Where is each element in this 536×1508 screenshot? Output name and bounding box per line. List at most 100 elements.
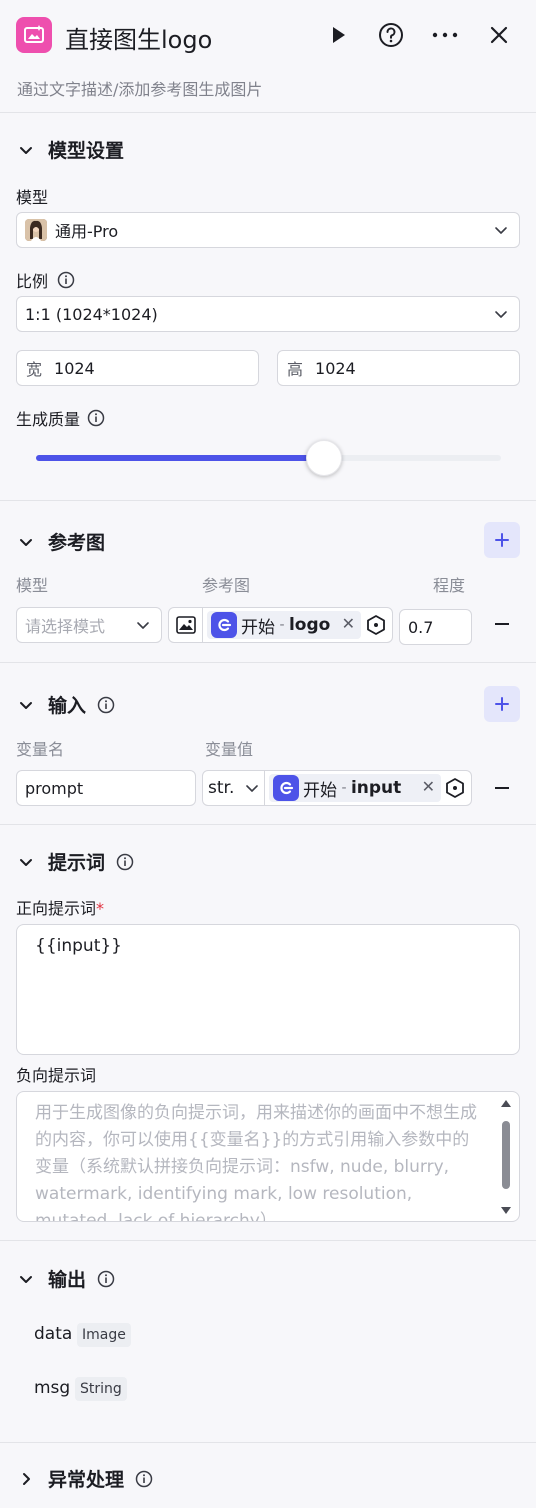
- add-input-button[interactable]: [484, 686, 520, 722]
- positive-prompt-label-row: 正向提示词*: [16, 895, 104, 919]
- help-button[interactable]: [375, 19, 407, 51]
- positive-prompt-textarea[interactable]: {{input}}: [16, 924, 520, 1055]
- type-value: str.: [208, 778, 235, 798]
- model-label: 模型: [16, 188, 49, 207]
- section-title-input: 输入: [48, 695, 87, 717]
- output-type-badge: String: [75, 1377, 127, 1401]
- model-avatar: [25, 219, 47, 241]
- divider: [0, 1240, 536, 1241]
- close-button[interactable]: [483, 19, 515, 51]
- info-icon[interactable]: [115, 852, 135, 872]
- remove-tag-icon[interactable]: ✕: [342, 614, 355, 633]
- reference-degree-input[interactable]: 0.7: [399, 609, 472, 645]
- quality-slider[interactable]: [36, 440, 501, 476]
- section-model-settings[interactable]: 模型设置: [16, 136, 124, 163]
- start-node-icon: [273, 775, 299, 801]
- width-input[interactable]: 宽 1024: [16, 350, 259, 386]
- remove-reference-button[interactable]: [490, 612, 514, 636]
- negative-prompt-label: 负向提示词: [16, 1066, 97, 1085]
- positive-prompt-label: 正向提示词: [16, 899, 97, 918]
- hexagon-icon[interactable]: [444, 777, 466, 799]
- section-title-prompt: 提示词: [48, 852, 106, 874]
- tag-separator: -: [337, 780, 351, 796]
- hexagon-icon[interactable]: [365, 614, 387, 636]
- required-mark: *: [96, 899, 105, 918]
- height-prefix: 高: [287, 360, 304, 379]
- chevron-down-icon: [16, 695, 36, 715]
- remove-tag-icon[interactable]: ✕: [422, 777, 435, 796]
- section-title-exception: 异常处理: [48, 1469, 125, 1491]
- chevron-down-icon: [137, 622, 149, 629]
- width-value: 1024: [54, 358, 95, 378]
- reference-col-degree: 程度: [433, 576, 466, 595]
- chevron-down-icon: [495, 227, 507, 234]
- chevron-down-icon: [495, 311, 507, 318]
- scrollbar[interactable]: [499, 1098, 513, 1216]
- reference-var-tag[interactable]: 开始 - logo ✕: [207, 611, 361, 639]
- output-name: data: [34, 1324, 73, 1344]
- node-title[interactable]: 直接图生logo: [65, 20, 212, 55]
- model-select[interactable]: 通用-Pro: [16, 212, 520, 248]
- close-icon: [490, 26, 508, 44]
- chevron-right-icon: [16, 1469, 36, 1489]
- more-button[interactable]: [429, 19, 461, 51]
- output-name: msg: [34, 1378, 71, 1398]
- image-icon: [169, 608, 203, 642]
- plus-icon: [495, 533, 509, 547]
- section-output[interactable]: 输出: [16, 1265, 116, 1292]
- ratio-label: 比例: [16, 272, 49, 291]
- divider: [0, 662, 536, 663]
- info-icon[interactable]: [56, 270, 76, 290]
- reference-image-field[interactable]: 开始 - logo ✕: [168, 607, 393, 643]
- variable-name-input[interactable]: prompt: [16, 770, 196, 806]
- remove-input-button[interactable]: [490, 776, 514, 800]
- minus-icon: [495, 787, 509, 789]
- width-prefix: 宽: [26, 360, 43, 379]
- plus-icon: [495, 697, 509, 711]
- run-button[interactable]: [322, 19, 354, 51]
- quality-slider-thumb[interactable]: [306, 440, 342, 476]
- output-type-badge: Image: [77, 1323, 131, 1347]
- tag-separator: -: [275, 617, 289, 633]
- type-select[interactable]: str.: [203, 771, 265, 805]
- start-node-icon: [211, 612, 237, 638]
- height-input[interactable]: 高 1024: [277, 350, 520, 386]
- ratio-value: 1:1 (1024*1024): [25, 304, 158, 324]
- play-icon: [333, 27, 345, 43]
- ratio-select[interactable]: 1:1 (1024*1024): [16, 296, 520, 332]
- info-icon[interactable]: [134, 1469, 154, 1489]
- model-value: 通用-Pro: [55, 222, 119, 241]
- section-title-reference: 参考图: [48, 532, 106, 554]
- info-icon[interactable]: [86, 408, 106, 428]
- ratio-label-row: 比例: [16, 268, 76, 292]
- node-header: 直接图生logo 通过文字描述/添加参考图生成图片: [0, 0, 536, 113]
- tag-variable: input: [350, 778, 402, 798]
- info-icon[interactable]: [96, 1269, 116, 1289]
- negative-prompt-placeholder: 用于生成图像的负向提示词，用来描述你的画面中不想生成的内容，你可以使用{{变量名…: [35, 1103, 477, 1222]
- more-icon: [432, 32, 458, 38]
- positive-prompt-value: {{input}}: [35, 936, 122, 956]
- degree-value: 0.7: [408, 617, 434, 637]
- chevron-down-icon: [16, 852, 36, 872]
- add-reference-button[interactable]: [484, 522, 520, 558]
- negative-prompt-textarea[interactable]: 用于生成图像的负向提示词，用来描述你的画面中不想生成的内容，你可以使用{{变量名…: [16, 1091, 520, 1222]
- section-exception[interactable]: 异常处理: [16, 1465, 154, 1492]
- height-value: 1024: [315, 358, 356, 378]
- info-icon[interactable]: [96, 695, 116, 715]
- quality-label-row: 生成质量: [16, 406, 106, 430]
- chevron-down-icon: [16, 532, 36, 552]
- variable-value-field[interactable]: str. 开始 - input ✕: [202, 770, 472, 806]
- divider: [0, 500, 536, 501]
- reference-model-placeholder: 请选择模式: [25, 617, 106, 636]
- variable-name-value: prompt: [25, 778, 84, 798]
- divider: [0, 824, 536, 825]
- input-col-name: 变量名: [16, 740, 65, 759]
- section-input[interactable]: 输入: [16, 691, 116, 718]
- reference-model-select[interactable]: 请选择模式: [16, 607, 162, 643]
- divider: [0, 1442, 536, 1443]
- section-prompt[interactable]: 提示词: [16, 848, 135, 875]
- input-var-tag[interactable]: 开始 - input ✕: [269, 774, 441, 802]
- section-reference[interactable]: 参考图: [16, 528, 105, 555]
- reference-col-image: 参考图: [202, 576, 251, 595]
- chevron-down-icon: [16, 1269, 36, 1289]
